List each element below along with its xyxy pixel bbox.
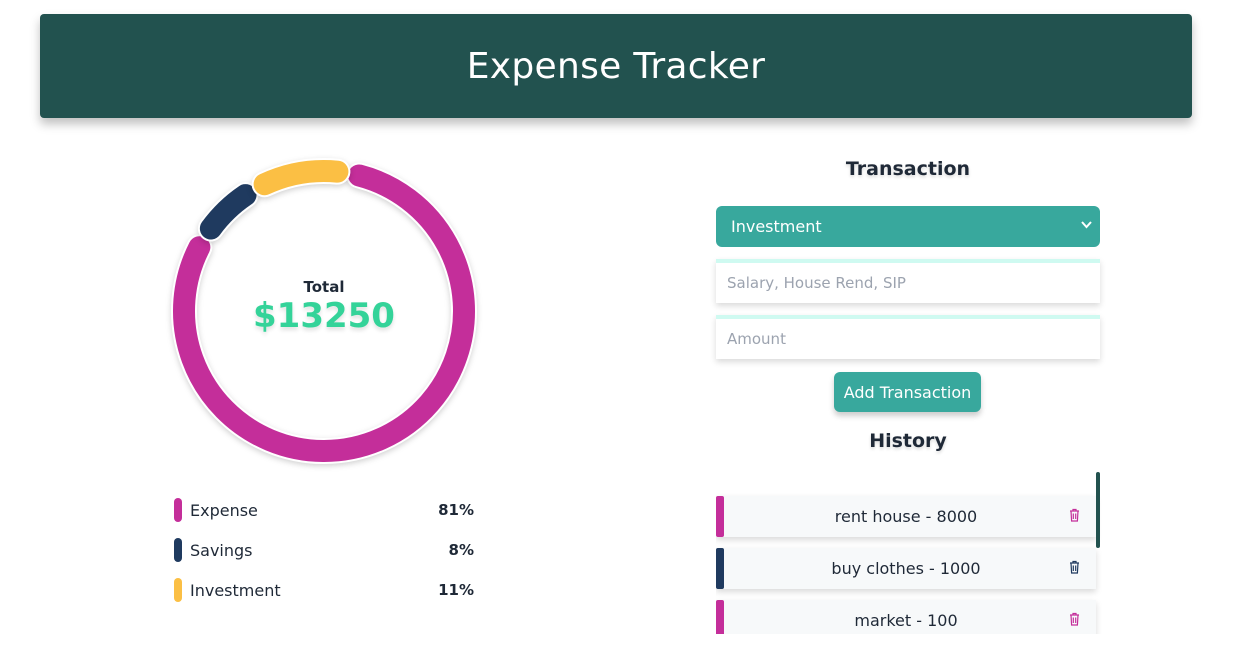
- history-item-stripe: [716, 496, 724, 537]
- history-item-stripe: [716, 600, 724, 634]
- legend-percent: 81%: [438, 501, 474, 519]
- legend-percent: 11%: [438, 581, 474, 599]
- legend-swatch: [174, 578, 182, 602]
- history-item-stripe: [716, 548, 724, 589]
- legend-label: Expense: [190, 500, 258, 520]
- total-value: $13250: [253, 296, 395, 336]
- add-transaction-button[interactable]: Add Transaction: [834, 372, 981, 412]
- legend-item-savings: Savings 8%: [174, 538, 474, 562]
- total-label: Total: [303, 278, 345, 296]
- chevron-down-icon: [1081, 219, 1092, 232]
- history-scrollbar[interactable]: [1096, 472, 1100, 548]
- legend-percent: 8%: [448, 541, 474, 559]
- trash-icon[interactable]: [1069, 508, 1080, 522]
- trash-icon[interactable]: [1069, 560, 1080, 574]
- chart-legend: Expense 81% Savings 8% Investment 11%: [174, 498, 474, 618]
- legend-label: Investment: [190, 580, 281, 600]
- history-item-text: buy clothes - 1000: [831, 559, 981, 578]
- total-summary: Total $13250: [168, 155, 480, 467]
- legend-swatch: [174, 538, 182, 562]
- transaction-title: Transaction: [845, 158, 971, 180]
- amount-input[interactable]: Amount: [716, 315, 1100, 359]
- history-item-text: rent house - 8000: [834, 507, 978, 526]
- transaction-panel: Transaction Investment Salary, House Ren…: [716, 158, 1100, 452]
- history-title: History: [869, 430, 947, 452]
- history-list[interactable]: rent house - 8000 buy clothes - 1000 mar…: [716, 472, 1102, 634]
- legend-item-expense: Expense 81%: [174, 498, 474, 522]
- app-title: Expense Tracker: [466, 45, 766, 87]
- history-item: buy clothes - 1000: [716, 548, 1096, 589]
- transaction-type-value: Investment: [731, 217, 822, 236]
- history-item-text: market - 100: [854, 611, 958, 630]
- legend-swatch: [174, 498, 182, 522]
- transaction-title-input[interactable]: Salary, House Rend, SIP: [716, 259, 1100, 303]
- transaction-type-select[interactable]: Investment: [716, 206, 1100, 247]
- amount-placeholder: Amount: [727, 330, 786, 348]
- legend-item-investment: Investment 11%: [174, 578, 474, 602]
- transaction-title-placeholder: Salary, House Rend, SIP: [727, 274, 906, 292]
- app-header: Expense Tracker: [40, 14, 1192, 118]
- trash-icon[interactable]: [1069, 612, 1080, 626]
- history-item: market - 100: [716, 600, 1096, 634]
- history-item: rent house - 8000: [716, 496, 1096, 537]
- legend-label: Savings: [190, 540, 253, 560]
